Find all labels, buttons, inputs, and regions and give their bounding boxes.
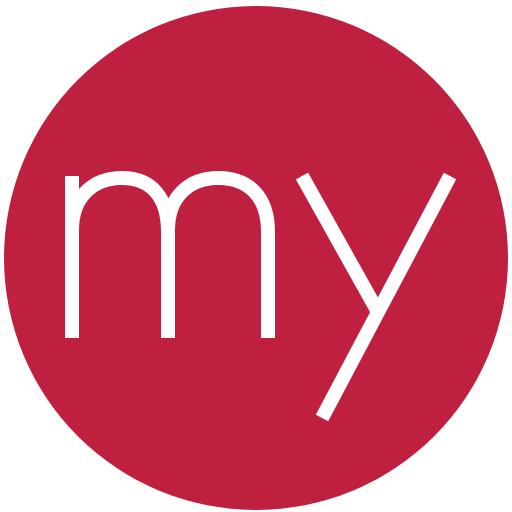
my-logo [4, 6, 508, 510]
app-icon [0, 0, 512, 512]
logo-circle [4, 6, 508, 510]
